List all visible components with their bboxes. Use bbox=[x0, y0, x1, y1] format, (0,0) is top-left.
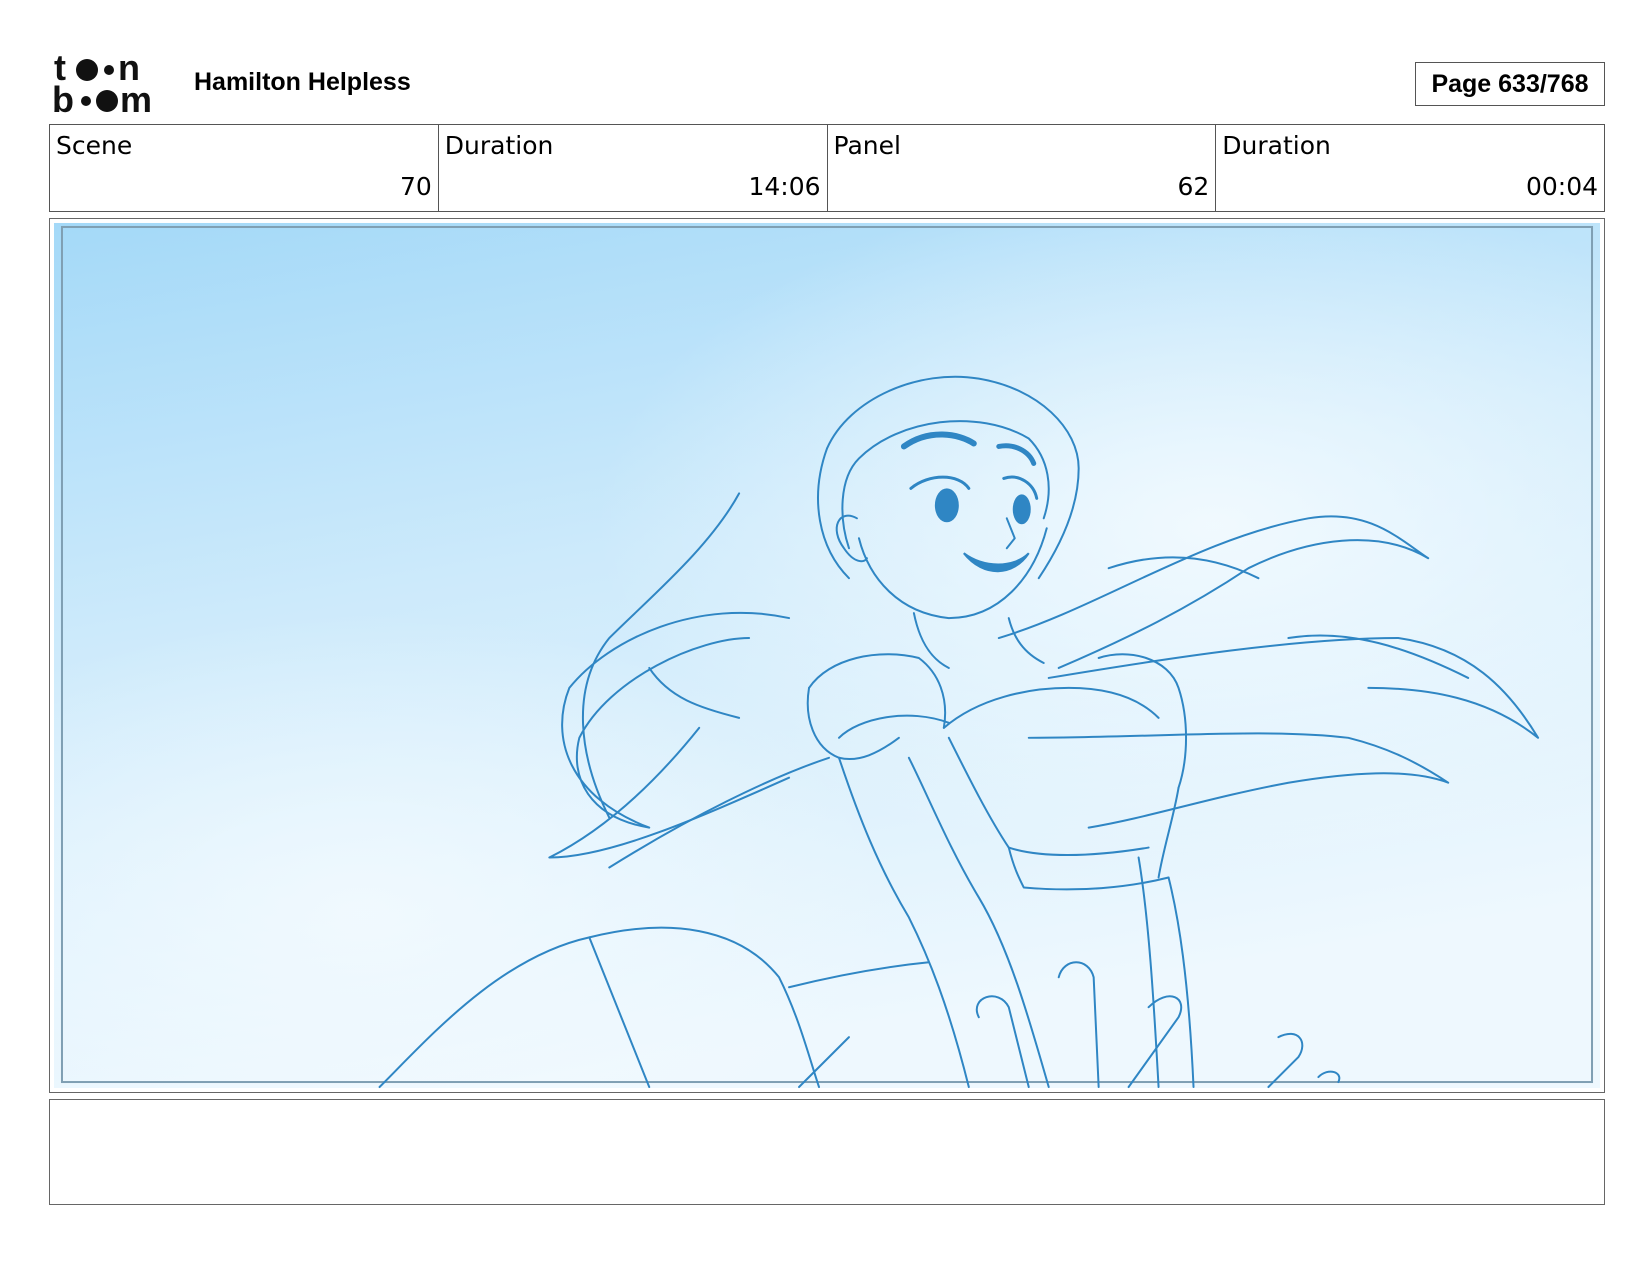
panel-cell: Panel 62 bbox=[828, 125, 1217, 211]
svg-text:m: m bbox=[120, 79, 152, 116]
scene-duration-cell: Duration 14:06 bbox=[439, 125, 828, 211]
panel-value: 62 bbox=[1177, 172, 1210, 201]
storyboard-panel bbox=[49, 218, 1605, 1093]
panel-duration-value: 00:04 bbox=[1525, 172, 1598, 201]
scene-duration-label: Duration bbox=[444, 131, 554, 160]
scene-cell: Scene 70 bbox=[50, 125, 439, 211]
panel-label: Panel bbox=[833, 131, 901, 160]
scene-duration-value: 14:06 bbox=[748, 172, 821, 201]
panel-info-table: Scene 70 Duration 14:06 Panel 62 Duratio… bbox=[49, 124, 1605, 212]
project-title: Hamilton Helpless bbox=[194, 68, 411, 96]
scene-label: Scene bbox=[56, 131, 133, 160]
page-number: Page 633/768 bbox=[1415, 62, 1605, 106]
panel-notes-box bbox=[49, 1099, 1605, 1205]
panel-duration-cell: Duration 00:04 bbox=[1216, 125, 1604, 211]
toon-boom-logo: t n b m bbox=[52, 47, 170, 120]
storyboard-sketch-image bbox=[53, 222, 1601, 1089]
panel-duration-label: Duration bbox=[1222, 131, 1331, 160]
scene-value: 70 bbox=[399, 172, 432, 201]
svg-text:b: b bbox=[52, 79, 74, 116]
